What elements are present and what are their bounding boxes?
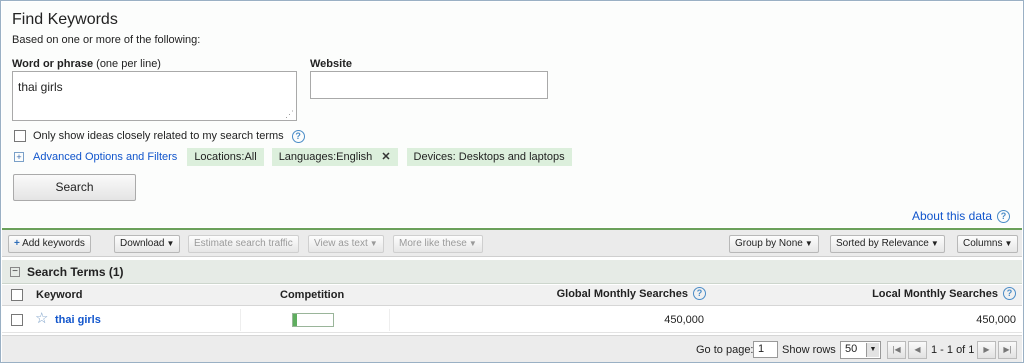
local-searches-column-header[interactable]: Local Monthly Searches ? (872, 287, 1016, 300)
estimate-search-traffic-button[interactable]: Estimate search traffic (188, 235, 299, 253)
column-divider (389, 309, 390, 331)
advanced-options-link[interactable]: Advanced Options and Filters (33, 151, 177, 163)
add-keywords-label: Add keywords (22, 238, 85, 249)
help-icon[interactable]: ? (997, 209, 1010, 223)
advanced-options-row: + Advanced Options and Filters Locations… (14, 148, 572, 166)
competition-column-header[interactable]: Competition (280, 289, 344, 301)
results-toolbar: + Add keywords Download ▼ Estimate search… (2, 228, 1022, 257)
locations-filter-chip[interactable]: Locations:All (187, 148, 264, 166)
page-range: 1 - 1 of 1 (931, 344, 975, 356)
view-as-text-button[interactable]: View as text ▼ (308, 235, 384, 253)
competition-bar-fill (293, 314, 297, 326)
row-checkbox[interactable] (11, 314, 23, 326)
pagination-bar: Go to page: 1 Show rows 50 ▼ |◀ ◀ 1 - 1 … (2, 335, 1022, 362)
more-like-these-button[interactable]: More like these ▼ (393, 235, 483, 253)
select-all-checkbox[interactable] (11, 289, 23, 301)
about-this-data: About this data ? (912, 209, 1010, 223)
word-phrase-label: Word or phrase (one per line) (12, 58, 161, 70)
search-button[interactable]: Search (13, 174, 136, 201)
expand-plus-icon[interactable]: + (14, 152, 24, 162)
closely-related-checkbox[interactable] (14, 130, 26, 142)
goto-page-input[interactable]: 1 (753, 341, 778, 358)
plus-icon: + (14, 238, 20, 249)
keyword-column-header[interactable]: Keyword (36, 289, 82, 301)
chevron-down-icon: ▼ (866, 343, 879, 357)
local-searches-label: Local Monthly Searches (872, 287, 998, 300)
chevron-down-icon: ▼ (468, 239, 477, 248)
languages-filter-chip[interactable]: Languages:English ✕ (271, 148, 398, 166)
show-rows-label: Show rows (782, 344, 836, 356)
global-searches-label: Global Monthly Searches (556, 287, 688, 300)
closely-related-label[interactable]: Only show ideas closely related to my se… (33, 130, 284, 142)
sorted-by-button[interactable]: Sorted by Relevance ▼ (830, 235, 945, 253)
languages-filter-label: Languages:English (278, 151, 373, 163)
sorted-by-label: Sorted by Relevance (836, 238, 929, 249)
last-page-icon[interactable]: ▶| (998, 341, 1017, 359)
word-phrase-value: thai girls (18, 80, 63, 94)
help-icon[interactable]: ? (693, 287, 706, 300)
chevron-down-icon: ▼ (930, 239, 939, 248)
devices-filter-chip[interactable]: Devices: Desktops and laptops (406, 148, 572, 166)
closely-related-row: Only show ideas closely related to my se… (14, 129, 305, 143)
show-rows-select[interactable]: 50 ▼ (840, 341, 881, 359)
global-searches-column-header[interactable]: Global Monthly Searches ? (557, 287, 706, 300)
keyword-tool-frame: Find Keywords Based on one or more of th… (0, 0, 1024, 363)
download-label: Download (120, 238, 165, 249)
chevron-down-icon: ▼ (804, 239, 813, 248)
page-subtitle: Based on one or more of the following: (12, 34, 201, 46)
global-searches-value: 450,000 (664, 314, 704, 326)
group-by-label: Group by None (735, 238, 803, 249)
columns-label: Columns (963, 238, 1003, 249)
search-terms-header: − Search Terms (1) (2, 260, 1022, 284)
chevron-down-icon: ▼ (369, 239, 378, 248)
add-keywords-button[interactable]: + Add keywords (8, 235, 91, 253)
page-title: Find Keywords (12, 11, 118, 28)
show-rows-value: 50 (845, 343, 858, 355)
local-searches-value: 450,000 (976, 314, 1016, 326)
first-page-icon[interactable]: |◀ (887, 341, 906, 359)
help-icon[interactable]: ? (1003, 287, 1016, 300)
column-divider (240, 309, 241, 331)
word-phrase-textarea[interactable]: thai girls ⋰ (12, 71, 297, 121)
website-label: Website (310, 58, 352, 70)
collapse-minus-icon[interactable]: − (10, 266, 20, 277)
group-by-button[interactable]: Group by None ▼ (729, 235, 819, 253)
competition-bar (292, 313, 334, 327)
more-like-these-label: More like these (399, 238, 467, 249)
columns-button[interactable]: Columns ▼ (957, 235, 1019, 253)
close-icon[interactable]: ✕ (381, 151, 390, 163)
word-phrase-label-text: Word or phrase (12, 58, 94, 70)
goto-page-label: Go to page: (696, 344, 754, 356)
download-button[interactable]: Download ▼ (114, 235, 181, 253)
prev-page-icon[interactable]: ◀ (908, 341, 927, 359)
table-row: ☆ thai girls 450,000 450,000 (2, 307, 1022, 333)
next-page-icon[interactable]: ▶ (977, 341, 996, 359)
find-keywords-panel: Find Keywords Based on one or more of th… (2, 2, 1022, 227)
view-as-text-label: View as text (314, 238, 368, 249)
table-column-header: Keyword Competition Global Monthly Searc… (2, 285, 1022, 306)
word-phrase-hint: (one per line) (96, 58, 161, 70)
keyword-link[interactable]: thai girls (55, 314, 101, 326)
chevron-down-icon: ▼ (166, 239, 175, 248)
about-this-data-link[interactable]: About this data (912, 209, 992, 223)
resize-grip-icon[interactable]: ⋰ (285, 110, 294, 119)
search-terms-title: Search Terms (1) (27, 264, 124, 279)
chevron-down-icon: ▼ (1004, 239, 1013, 248)
website-input[interactable] (310, 71, 548, 99)
help-icon[interactable]: ? (291, 129, 305, 143)
star-icon[interactable]: ☆ (35, 311, 48, 327)
